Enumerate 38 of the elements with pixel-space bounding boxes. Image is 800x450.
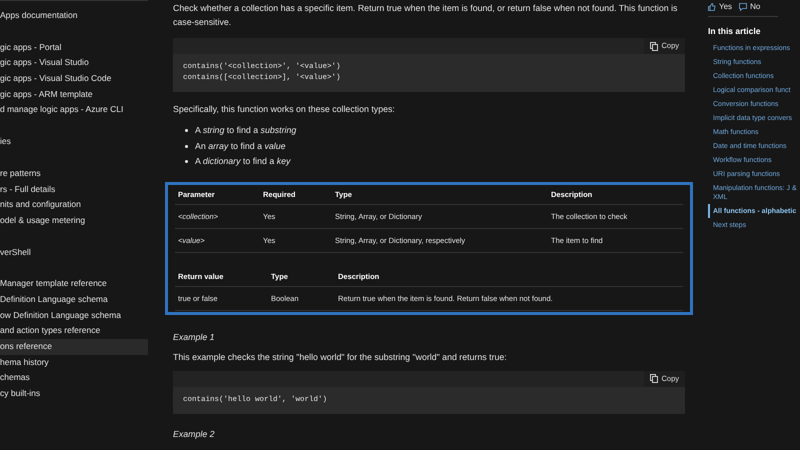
toc-title: In this article [708, 25, 762, 38]
sidebar-item[interactable]: gic apps - Visual Studio Code [0, 71, 148, 87]
example-heading: Example 1 [173, 330, 216, 344]
sidebar-item[interactable]: Apps documentation [0, 8, 148, 24]
sidebar-item[interactable]: rs - Full details [0, 182, 148, 198]
copy-icon [650, 42, 658, 50]
yes-link[interactable]: Yes [719, 0, 732, 12]
paragraph: This example checks the string "hello world" for the substring "world" and returns true: [173, 350, 508, 364]
sidebar-item[interactable]: Definition Language schema [0, 292, 148, 308]
thumbs-up-icon[interactable] [708, 2, 716, 10]
sidebar-item[interactable]: gic apps - Portal [0, 40, 148, 56]
sidebar-item[interactable]: gic apps - ARM template [0, 86, 148, 102]
sidebar-item[interactable]: ow Definition Language schema [0, 308, 148, 324]
sidebar-item[interactable]: ons reference [0, 339, 148, 355]
copy-icon [650, 374, 658, 383]
sidebar-item[interactable]: Manager template reference [0, 276, 148, 292]
sidebar-item[interactable]: cy built-ins [0, 386, 148, 402]
speech-bubble-icon[interactable] [739, 2, 748, 10]
bullet-icon [185, 129, 188, 132]
paragraph: Specifically, this function works on these collection types: [173, 103, 396, 116]
list-item: A dictionary to find a key [195, 155, 290, 168]
no-link[interactable]: No [750, 0, 760, 12]
sidebar-item[interactable]: nits and configuration [0, 197, 148, 213]
list-item: An array to find a value [195, 140, 286, 153]
sidebar-item[interactable]: re patterns [0, 166, 148, 182]
sidebar-item[interactable]: hema history [0, 354, 148, 370]
list-item: A string to find a substring [195, 124, 296, 138]
sidebar-item[interactable]: gic apps - Visual Studio [0, 55, 148, 72]
example-heading: Example 2 [173, 428, 216, 441]
bullet-icon [185, 144, 188, 148]
sidebar-item[interactable]: chemas [0, 370, 148, 386]
sidebar-item[interactable]: d manage logic apps - Azure CLI [0, 102, 148, 118]
sidebar-item[interactable]: and action types reference [0, 323, 148, 339]
sidebar-item[interactable]: verShell [0, 244, 148, 260]
sidebar-item[interactable]: odel & usage metering [0, 212, 148, 229]
paragraph: Check whether a collection has a specific item. Return true when the item is found, or return false when not found. This function is case-sensitive. [173, 2, 678, 29]
bullet-icon [185, 160, 188, 164]
sidebar-item[interactable]: ies [0, 134, 148, 150]
